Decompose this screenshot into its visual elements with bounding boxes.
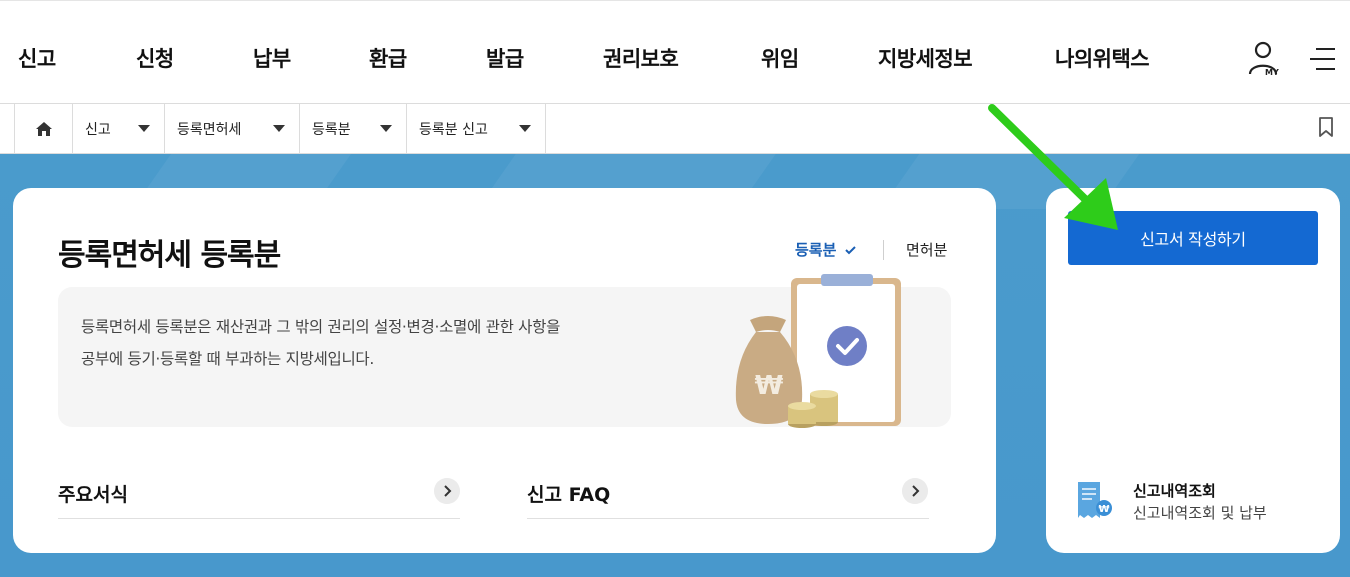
forms-link-label: 주요서식 (58, 484, 128, 506)
chevron-right-icon (434, 478, 460, 504)
nav-item-delegation[interactable]: 위임 (761, 43, 799, 73)
breadcrumb: 신고 등록면허세 등록분 등록분 신고 (0, 104, 1350, 154)
description-line-2: 공부에 등기·등록할 때 부과하는 지방세입니다. (81, 350, 375, 368)
tab-registration[interactable]: 등록분 (795, 239, 856, 260)
nav-item-apply[interactable]: 신청 (136, 43, 174, 73)
svg-text:₩: ₩ (1098, 504, 1109, 515)
tab-divider (883, 240, 884, 260)
breadcrumb-report[interactable]: 신고 (72, 104, 164, 153)
history-subtitle: 신고내역조회 및 납부 (1133, 504, 1267, 522)
history-title[interactable]: 신고내역조회 (1133, 480, 1216, 501)
top-navigation: 신고 신청 납부 환급 발급 권리보호 위임 지방세정보 나의위택스 MY (0, 0, 1350, 104)
breadcrumb-label: 등록면허세 (177, 121, 242, 138)
tab-license[interactable]: 면허분 (906, 239, 947, 260)
faq-link[interactable]: 신고 FAQ (527, 474, 929, 519)
breadcrumb-label: 신고 (85, 121, 111, 138)
home-icon (35, 121, 52, 136)
tab-registration-label: 등록분 (795, 241, 837, 259)
chevron-right-icon (902, 478, 928, 504)
breadcrumb-label: 등록분 신고 (419, 121, 488, 138)
forms-link[interactable]: 주요서식 (58, 474, 460, 519)
hamburger-menu-icon[interactable] (1308, 45, 1336, 73)
nav-item-issue[interactable]: 발급 (486, 43, 524, 73)
caret-down-icon (273, 125, 285, 132)
check-icon (844, 246, 856, 255)
my-label: MY (1265, 68, 1279, 77)
receipt-icon[interactable]: ₩ (1076, 480, 1114, 520)
caret-down-icon (138, 125, 150, 132)
caret-down-icon (380, 125, 392, 132)
my-page-icon[interactable]: MY (1247, 41, 1283, 77)
home-button[interactable] (14, 104, 72, 153)
description-line-1: 등록면허세 등록분은 재산권과 그 밖의 권리의 설정·변경·소멸에 관한 사항… (81, 318, 561, 336)
won-symbol: ₩ (755, 371, 784, 401)
nav-item-local-tax-info[interactable]: 지방세정보 (878, 43, 973, 73)
nav-item-report[interactable]: 신고 (18, 43, 56, 73)
clipboard-money-illustration: ₩ (735, 274, 901, 428)
breadcrumb-registration-license-tax[interactable]: 등록면허세 (164, 104, 299, 153)
bookmark-icon[interactable] (1317, 116, 1335, 138)
breadcrumb-registration-report[interactable]: 등록분 신고 (406, 104, 546, 153)
page-title: 등록면허세 등록분 (58, 238, 281, 273)
nav-item-refund[interactable]: 환급 (369, 43, 407, 73)
nav-item-my-wetax[interactable]: 나의위택스 (1055, 43, 1150, 73)
caret-down-icon (519, 125, 531, 132)
breadcrumb-label: 등록분 (312, 121, 351, 138)
nav-item-pay[interactable]: 납부 (253, 43, 291, 73)
annotation-arrow (988, 104, 1118, 230)
nav-item-rights-protection[interactable]: 권리보호 (603, 43, 679, 73)
faq-link-label: 신고 FAQ (527, 484, 611, 506)
breadcrumb-registration[interactable]: 등록분 (299, 104, 406, 153)
